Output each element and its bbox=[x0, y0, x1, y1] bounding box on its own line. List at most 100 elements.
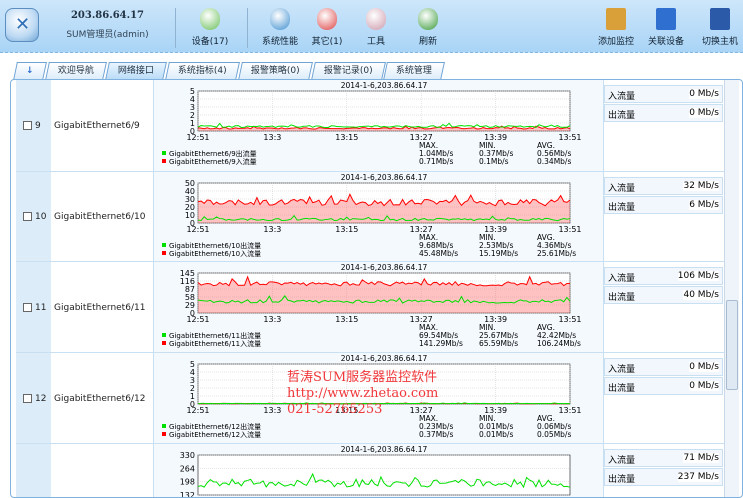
stat-label: 入流量 bbox=[608, 456, 636, 466]
stat-value: 0 Mb/s bbox=[689, 381, 719, 391]
host-ip: 203.86.64.17 bbox=[70, 10, 145, 21]
chart-title: 2014-1-6,203.86.64.17 bbox=[341, 173, 428, 182]
add-monitor-icon bbox=[606, 8, 626, 30]
interface-name[interactable]: GigabitEthernet6/11 bbox=[54, 303, 145, 313]
stat-value: 0 Mb/s bbox=[689, 362, 719, 372]
x-tick-label: 13:51 bbox=[558, 133, 581, 142]
legend-swatch bbox=[162, 333, 166, 337]
legend-in: GigabitEthernet6/12入流量 bbox=[169, 430, 261, 439]
y-tick-label: 264 bbox=[180, 464, 195, 473]
traffic-chart-cell: 2014-1-6,203.86.64.17 5 4 3 2 1 0 12:51 13:3 13:1… bbox=[153, 353, 604, 443]
row-checkbox[interactable] bbox=[23, 121, 32, 130]
stat-value: 45.48Mb/s bbox=[419, 249, 458, 258]
toolbar-label: 刷新 bbox=[418, 37, 437, 47]
table-row: 12 GigabitEthernet6/12 2014-1-6,203.86.64.… bbox=[16, 353, 728, 444]
traffic-chart-cell: 2014-1-6,203.86.64.17 330 264 198 132 bbox=[153, 444, 604, 498]
stat-value: 0.1Mb/s bbox=[479, 157, 509, 166]
tab-0[interactable]: 欢迎导航 bbox=[45, 62, 107, 80]
stat-label: 出流量 bbox=[608, 203, 636, 213]
tab-bar: ↓ 欢迎导航 网络接口 系统指标(4) 报警策略(0) 报警记录(0) 系统管理 bbox=[13, 62, 446, 80]
toolbar-label: 添加监控 bbox=[597, 37, 634, 47]
stat-value: 0.71Mb/s bbox=[419, 157, 453, 166]
stat-label: 出流量 bbox=[608, 475, 636, 485]
tab-label: 系统管理 bbox=[396, 66, 433, 76]
chart-title: 2014-1-6,203.86.64.17 bbox=[341, 354, 428, 363]
legend-swatch bbox=[162, 424, 166, 428]
scrollbar-thumb[interactable] bbox=[726, 300, 738, 390]
x-tick-label: 12:51 bbox=[186, 225, 209, 234]
x-tick-label: 12:51 bbox=[186, 133, 209, 142]
toolbar-button-4[interactable]: 刷新 bbox=[398, 8, 458, 47]
toolbar-right-button-2[interactable]: 切换主机 bbox=[690, 8, 743, 47]
row-number: 10 bbox=[35, 212, 47, 222]
legend-out: GigabitEthernet6/11出流量 bbox=[169, 331, 261, 340]
refresh-icon bbox=[418, 8, 438, 30]
divider bbox=[175, 8, 176, 48]
tab-4[interactable]: 报警记录(0) bbox=[310, 62, 386, 80]
traffic-chart: 2014-1-6,203.86.64.1754321012:51 13:3 13:1… bbox=[162, 354, 582, 439]
toolbar-button-0[interactable]: 设备(17) bbox=[180, 8, 240, 47]
x-tick-label: 13:15 bbox=[335, 133, 358, 142]
in-traffic-stat: 入流量 0 Mb/s bbox=[604, 85, 723, 103]
table-row: 2014-1-6,203.86.64.17 330 264 198 132 入流量 71 M… bbox=[16, 444, 728, 498]
stat-value: 0 Mb/s bbox=[689, 89, 719, 99]
row-checkbox[interactable] bbox=[23, 212, 32, 221]
legend-in: GigabitEthernet6/10入流量 bbox=[169, 249, 261, 258]
traffic-chart: 2014-1-6,203.86.64.17145116875829012:51 1… bbox=[162, 263, 582, 348]
stat-label: 出流量 bbox=[608, 293, 636, 303]
switch-host-icon bbox=[710, 8, 730, 30]
tab-label: 网络接口 bbox=[117, 66, 154, 76]
traffic-chart: 2014-1-6,203.86.64.175040302010012:51 13:… bbox=[162, 173, 582, 258]
table-row: 10 GigabitEthernet6/10 2014-1-6,203.86.64.… bbox=[16, 172, 728, 262]
stat-value: 6 Mb/s bbox=[689, 200, 719, 210]
collapse-arrow-button[interactable]: ↓ bbox=[13, 62, 47, 80]
toolbar-label: 其它(1) bbox=[311, 37, 343, 47]
toolbar-right-button-1[interactable]: 关联设备 bbox=[636, 8, 696, 47]
y-tick-label: 132 bbox=[180, 491, 195, 498]
legend-swatch bbox=[162, 341, 166, 345]
x-tick-label: 13:51 bbox=[558, 315, 581, 324]
x-tick-label: 13:3 bbox=[263, 406, 281, 415]
tab-1[interactable]: 网络接口 bbox=[105, 62, 167, 80]
tools-icon bbox=[366, 8, 386, 30]
toolbar-label: 设备(17) bbox=[191, 37, 229, 47]
tab-label: 系统指标(4) bbox=[177, 66, 227, 76]
interface-name[interactable]: GigabitEthernet6/12 bbox=[54, 394, 145, 404]
performance-icon bbox=[270, 8, 290, 30]
stat-label: 入流量 bbox=[608, 274, 636, 284]
stat-value: 141.29Mb/s bbox=[419, 339, 463, 348]
tab-5[interactable]: 系统管理 bbox=[383, 62, 446, 80]
scrollbar[interactable] bbox=[724, 80, 739, 497]
tab-label: 报警策略(0) bbox=[250, 66, 300, 76]
traffic-chart-cell: 2014-1-6,203.86.64.17 145 116 87 58 29 0 12:51 1… bbox=[153, 262, 604, 352]
stat-label: 入流量 bbox=[608, 184, 636, 194]
toolbar-button-3[interactable]: 工具 bbox=[346, 8, 406, 47]
out-traffic-stat: 出流量 40 Mb/s bbox=[604, 286, 723, 304]
x-tick-label: 13:15 bbox=[335, 406, 358, 415]
x-tick-label: 13:51 bbox=[558, 406, 581, 415]
table-row: 9 GigabitEthernet6/9 2014-1-6,203.86.64.17… bbox=[16, 80, 728, 172]
row-checkbox[interactable] bbox=[23, 302, 32, 312]
legend-swatch bbox=[162, 151, 166, 155]
divider bbox=[247, 8, 248, 48]
toolbar-label: 切换主机 bbox=[701, 37, 738, 47]
table-row: 11 GigabitEthernet6/11 2014-1-6,203.86.64.… bbox=[16, 262, 728, 353]
tab-label: 报警记录(0) bbox=[323, 66, 373, 76]
tab-2[interactable]: 系统指标(4) bbox=[165, 62, 240, 80]
out-traffic-stat: 出流量 0 Mb/s bbox=[604, 104, 723, 122]
stat-value: 32 Mb/s bbox=[683, 181, 719, 191]
interface-name[interactable]: GigabitEthernet6/10 bbox=[54, 212, 145, 222]
interface-name[interactable]: GigabitEthernet6/9 bbox=[54, 121, 140, 131]
interface-list: 9 GigabitEthernet6/9 2014-1-6,203.86.64.17… bbox=[10, 79, 743, 498]
out-traffic-stat: 出流量 0 Mb/s bbox=[604, 377, 723, 395]
stat-value: 0.01Mb/s bbox=[479, 430, 513, 439]
toolbar-label: 工具 bbox=[366, 37, 385, 47]
legend-swatch bbox=[162, 251, 166, 255]
tab-3[interactable]: 报警策略(0) bbox=[237, 62, 313, 80]
stat-label: 入流量 bbox=[608, 365, 636, 375]
stat-value: 106.24Mb/s bbox=[537, 339, 581, 348]
row-checkbox[interactable] bbox=[23, 393, 32, 403]
row-number: 12 bbox=[35, 393, 47, 404]
x-tick-label: 13:15 bbox=[335, 225, 358, 234]
other-icon bbox=[317, 8, 337, 30]
